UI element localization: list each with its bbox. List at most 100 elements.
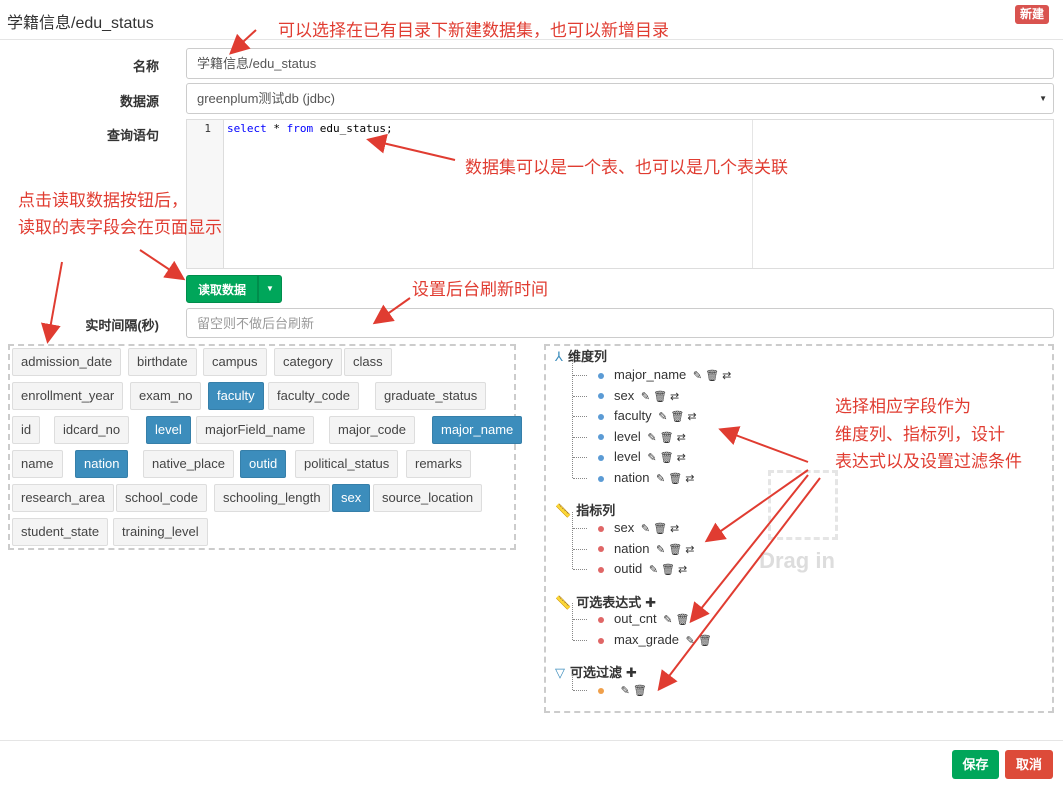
datasource-select[interactable]: greenplum测试db (jdbc) ▼: [186, 83, 1054, 114]
name-input[interactable]: 学籍信息/edu_status: [186, 48, 1054, 79]
edit-icon[interactable]: ✎: [663, 614, 672, 626]
field-tag[interactable]: major_name: [432, 416, 523, 444]
edit-icon[interactable]: ✎: [693, 370, 702, 382]
add-icon[interactable]: ✚: [626, 665, 637, 680]
edit-icon[interactable]: ✎: [647, 432, 656, 444]
field-tag[interactable]: birthdate: [128, 348, 197, 376]
filters-section: ▽ 可选过滤 ✚: [555, 662, 637, 681]
metrics-section: 📏 指标列: [555, 500, 615, 519]
line-number: 1: [204, 122, 211, 135]
read-data-dropdown-toggle[interactable]: ▼: [258, 275, 282, 303]
trash-icon[interactable]: 🗑: [668, 544, 682, 556]
field-tag[interactable]: major_code: [329, 416, 415, 444]
trash-icon[interactable]: 🗑: [670, 411, 684, 423]
trash-icon[interactable]: 🗑: [705, 370, 719, 382]
dimension-item[interactable]: sex ✎ 🗑 ⇄: [598, 388, 679, 403]
field-tag[interactable]: schooling_length: [214, 484, 330, 512]
field-tag[interactable]: exam_no: [130, 382, 202, 410]
expression-item[interactable]: max_grade ✎ 🗑: [598, 632, 712, 647]
swap-icon[interactable]: ⇄: [722, 370, 731, 382]
tree-line: [572, 512, 573, 569]
interval-input[interactable]: 留空则不做后台刷新: [186, 308, 1054, 338]
query-editor[interactable]: 1 select * from edu_status;: [186, 119, 1054, 269]
edit-icon[interactable]: ✎: [641, 523, 650, 535]
query-label: 查询语句: [106, 128, 159, 143]
field-tag[interactable]: school_code: [116, 484, 207, 512]
trash-icon[interactable]: 🗑: [633, 685, 647, 697]
metric-item[interactable]: nation ✎ 🗑 ⇄: [598, 541, 694, 556]
swap-icon[interactable]: ⇄: [677, 452, 686, 464]
field-tag[interactable]: category: [274, 348, 342, 376]
field-tag[interactable]: id: [12, 416, 41, 444]
field-tag[interactable]: outid: [240, 450, 287, 478]
arrow-to-read-button: [139, 249, 186, 281]
field-tag[interactable]: student_state: [12, 518, 109, 546]
edit-icon[interactable]: ✎: [656, 473, 665, 485]
field-tag[interactable]: faculty_code: [268, 382, 359, 410]
field-tag[interactable]: research_area: [12, 484, 114, 512]
read-data-button[interactable]: 读取数据: [186, 275, 258, 303]
save-button[interactable]: 保存: [952, 750, 999, 779]
new-button[interactable]: 新建: [1015, 5, 1049, 24]
dimension-item[interactable]: level ✎ 🗑 ⇄: [598, 449, 686, 464]
edit-icon[interactable]: ✎: [656, 544, 665, 556]
field-tag[interactable]: native_place: [143, 450, 234, 478]
dimension-item[interactable]: level ✎ 🗑 ⇄: [598, 429, 686, 444]
field-tag[interactable]: training_level: [113, 518, 208, 546]
field-tag[interactable]: sex: [332, 484, 371, 512]
trash-icon[interactable]: 🗑: [676, 614, 690, 626]
edit-icon[interactable]: ✎: [658, 411, 667, 423]
edit-icon[interactable]: ✎: [647, 452, 656, 464]
edit-icon[interactable]: ✎: [686, 635, 695, 647]
page-title: 学籍信息/edu_status: [7, 15, 154, 32]
dimension-item[interactable]: nation ✎ 🗑 ⇄: [598, 470, 694, 485]
dimension-item-label: major_name: [614, 367, 687, 382]
field-tag[interactable]: graduate_status: [375, 382, 487, 410]
trash-icon[interactable]: 🗑: [660, 432, 674, 444]
metric-item[interactable]: outid ✎ 🗑 ⇄: [598, 561, 687, 576]
swap-icon[interactable]: ⇄: [677, 432, 686, 444]
dimension-item[interactable]: major_name ✎ 🗑 ⇄: [598, 367, 731, 382]
trash-icon[interactable]: 🗑: [698, 635, 712, 647]
trash-icon[interactable]: 🗑: [661, 564, 675, 576]
field-tag[interactable]: name: [12, 450, 63, 478]
bullet-icon: [598, 475, 604, 482]
field-tag[interactable]: campus: [203, 348, 267, 376]
add-icon[interactable]: ✚: [645, 595, 656, 610]
field-tag[interactable]: level: [146, 416, 191, 444]
annotation-fields-line1: 选择相应字段作为: [835, 397, 971, 416]
swap-icon[interactable]: ⇄: [670, 391, 679, 403]
swap-icon[interactable]: ⇄: [670, 523, 679, 535]
field-tag[interactable]: admission_date: [12, 348, 122, 376]
swap-icon[interactable]: ⇄: [685, 544, 694, 556]
tree-branch: [573, 619, 587, 620]
field-tag[interactable]: remarks: [406, 450, 471, 478]
field-tag[interactable]: majorField_name: [196, 416, 315, 444]
drag-in-dropzone[interactable]: [768, 470, 838, 540]
edit-icon[interactable]: ✎: [649, 564, 658, 576]
swap-icon[interactable]: ⇄: [685, 473, 694, 485]
field-tag[interactable]: nation: [75, 450, 129, 478]
field-tag[interactable]: political_status: [295, 450, 399, 478]
field-tag[interactable]: idcard_no: [54, 416, 130, 444]
edit-icon[interactable]: ✎: [641, 391, 650, 403]
fields-container: admission_date birthdate campus category cla…: [8, 344, 523, 550]
swap-icon[interactable]: ⇄: [678, 564, 687, 576]
edit-icon[interactable]: ✎: [621, 685, 630, 697]
expression-item[interactable]: out_cnt ✎ 🗑: [598, 611, 689, 626]
trash-icon[interactable]: 🗑: [668, 473, 682, 485]
field-tag[interactable]: enrollment_year: [12, 382, 124, 410]
datasource-value: greenplum测试db (jdbc): [197, 91, 336, 106]
cancel-button[interactable]: 取消: [1005, 750, 1053, 779]
dimension-item[interactable]: faculty ✎ 🗑 ⇄: [598, 408, 697, 423]
trash-icon[interactable]: 🗑: [660, 452, 674, 464]
field-tag[interactable]: class: [344, 348, 392, 376]
tree-branch: [573, 640, 587, 641]
swap-icon[interactable]: ⇄: [687, 411, 696, 423]
trash-icon[interactable]: 🗑: [653, 523, 667, 535]
trash-icon[interactable]: 🗑: [653, 391, 667, 403]
filter-item[interactable]: ✎ 🗑: [598, 682, 647, 697]
field-tag[interactable]: source_location: [373, 484, 483, 512]
metric-item[interactable]: sex ✎ 🗑 ⇄: [598, 520, 679, 535]
field-tag[interactable]: faculty: [208, 382, 264, 410]
